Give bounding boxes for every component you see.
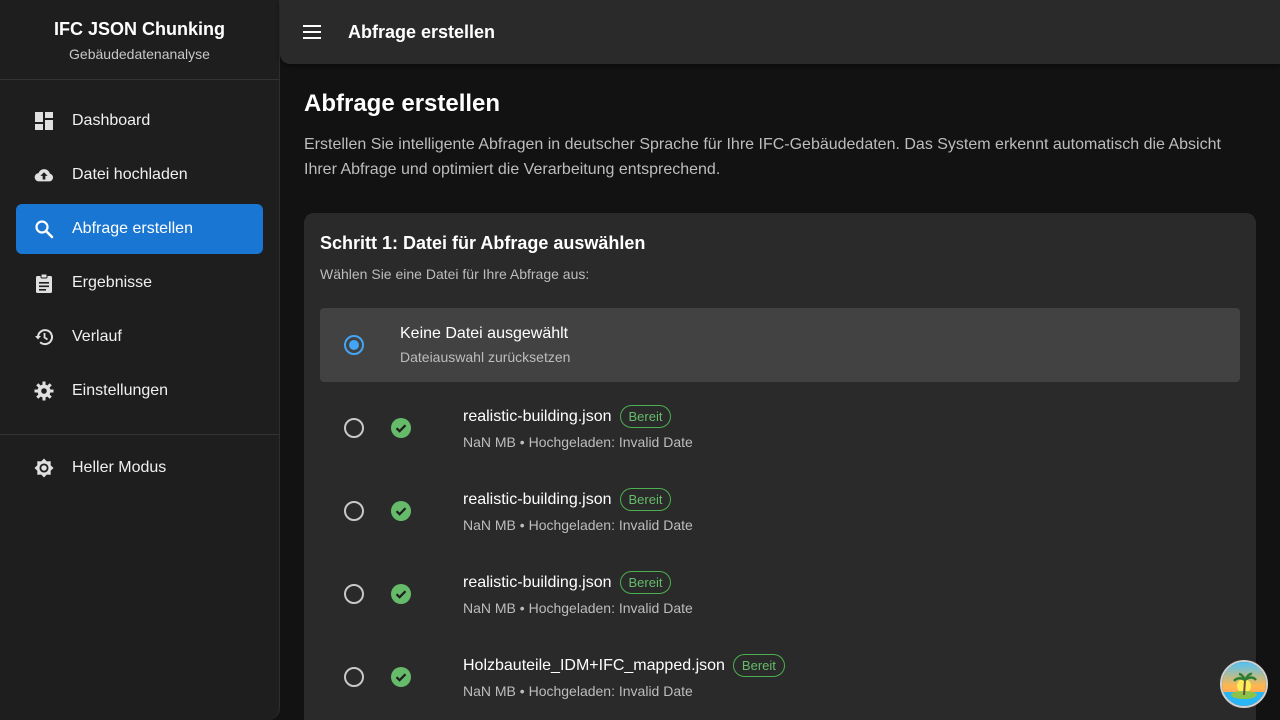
- radio-button[interactable]: [344, 666, 364, 687]
- clipboard-icon: [34, 273, 54, 293]
- file-meta: NaN MB • Hochgeladen: Invalid Date: [463, 517, 693, 533]
- radio-button[interactable]: [344, 583, 364, 604]
- radio-button-checked[interactable]: [344, 335, 364, 355]
- sidebar-item-query[interactable]: Abfrage erstellen: [16, 204, 263, 254]
- search-icon: [34, 219, 54, 239]
- check-circle-icon: [391, 500, 411, 521]
- app-subtitle: Gebäudedatenanalyse: [69, 46, 210, 62]
- sidebar-item-dashboard[interactable]: Dashboard: [16, 96, 263, 146]
- page-title: Abfrage erstellen: [304, 90, 501, 117]
- theme-toggle-label: Heller Modus: [72, 459, 167, 476]
- file-meta: NaN MB • Hochgeladen: Invalid Date: [463, 683, 693, 699]
- sidebar-item-history[interactable]: Verlauf: [16, 312, 263, 362]
- topbar-title: Abfrage erstellen: [348, 21, 496, 42]
- island-avatar-icon: [1222, 662, 1266, 706]
- file-name: realistic-building.json: [463, 490, 612, 508]
- status-badge: Bereit: [619, 488, 672, 511]
- list-item[interactable]: realistic-building.json Bereit NaN MB • …: [320, 552, 1240, 635]
- sidebar-item-label: Ergebnisse: [72, 274, 153, 291]
- step1-title: Schritt 1: Datei für Abfrage auswählen: [320, 233, 646, 253]
- history-icon: [34, 327, 54, 347]
- file-option-title: Keine Datei ausgewählt: [400, 325, 569, 342]
- status-badge: Bereit: [619, 405, 672, 428]
- sidebar-item-results[interactable]: Ergebnisse: [16, 258, 263, 308]
- top-app-bar: Abfrage erstellen: [280, 0, 1280, 64]
- cloud-upload-icon: [34, 165, 54, 185]
- sidebar-item-label: Abfrage erstellen: [72, 220, 193, 237]
- brightness-icon: [34, 458, 54, 478]
- sidebar-item-upload[interactable]: Datei hochladen: [16, 150, 263, 200]
- dashboard-icon: [34, 111, 54, 131]
- sidebar: IFC JSON Chunking Gebäudedatenanalyse Da…: [0, 0, 280, 720]
- radio-button[interactable]: [344, 500, 364, 521]
- status-badge: Bereit: [619, 571, 672, 594]
- sidebar-item-label: Datei hochladen: [72, 166, 188, 183]
- file-name: realistic-building.json: [463, 407, 612, 425]
- list-item[interactable]: realistic-building.json Bereit NaN MB • …: [320, 386, 1240, 469]
- gear-icon: [34, 381, 54, 401]
- radio-button[interactable]: [344, 417, 364, 438]
- avatar[interactable]: [1220, 660, 1268, 708]
- file-meta: NaN MB • Hochgeladen: Invalid Date: [463, 434, 693, 450]
- file-name: realistic-building.json: [463, 573, 612, 591]
- file-name: Holzbauteile_IDM+IFC_mapped.json: [463, 656, 725, 674]
- check-circle-icon: [391, 583, 411, 604]
- check-circle-icon: [391, 417, 411, 438]
- file-list: Keine Datei ausgewählt Dateiauswahl zurü…: [320, 308, 1240, 718]
- sidebar-nav: Dashboard Datei hochladen Abfrage erstel…: [0, 80, 279, 416]
- main-content: Abfrage erstellen Erstellen Sie intellig…: [304, 90, 1256, 182]
- app-title: IFC JSON Chunking: [54, 19, 225, 39]
- page-description: Erstellen Sie intelligente Abfragen in d…: [304, 136, 1221, 178]
- list-item[interactable]: Holzbauteile_IDM+IFC_mapped.json Bereit …: [320, 635, 1240, 718]
- sidebar-item-settings[interactable]: Einstellungen: [16, 366, 263, 416]
- menu-icon[interactable]: [302, 22, 322, 42]
- brand: IFC JSON Chunking Gebäudedatenanalyse: [0, 0, 279, 80]
- file-meta: NaN MB • Hochgeladen: Invalid Date: [463, 600, 693, 616]
- sidebar-item-label: Verlauf: [72, 328, 122, 345]
- list-item[interactable]: realistic-building.json Bereit NaN MB • …: [320, 469, 1240, 552]
- sidebar-item-label: Einstellungen: [72, 382, 169, 399]
- step1-card: Schritt 1: Datei für Abfrage auswählen W…: [304, 213, 1256, 720]
- sidebar-item-label: Dashboard: [72, 112, 151, 129]
- file-option-subtitle: Dateiauswahl zurücksetzen: [400, 349, 571, 365]
- file-option-none[interactable]: Keine Datei ausgewählt Dateiauswahl zurü…: [320, 308, 1240, 382]
- step1-subtitle: Wählen Sie eine Datei für Ihre Abfrage a…: [320, 266, 590, 282]
- theme-toggle-button[interactable]: Heller Modus: [16, 443, 263, 493]
- status-badge: Bereit: [732, 654, 785, 677]
- check-circle-icon: [391, 666, 411, 687]
